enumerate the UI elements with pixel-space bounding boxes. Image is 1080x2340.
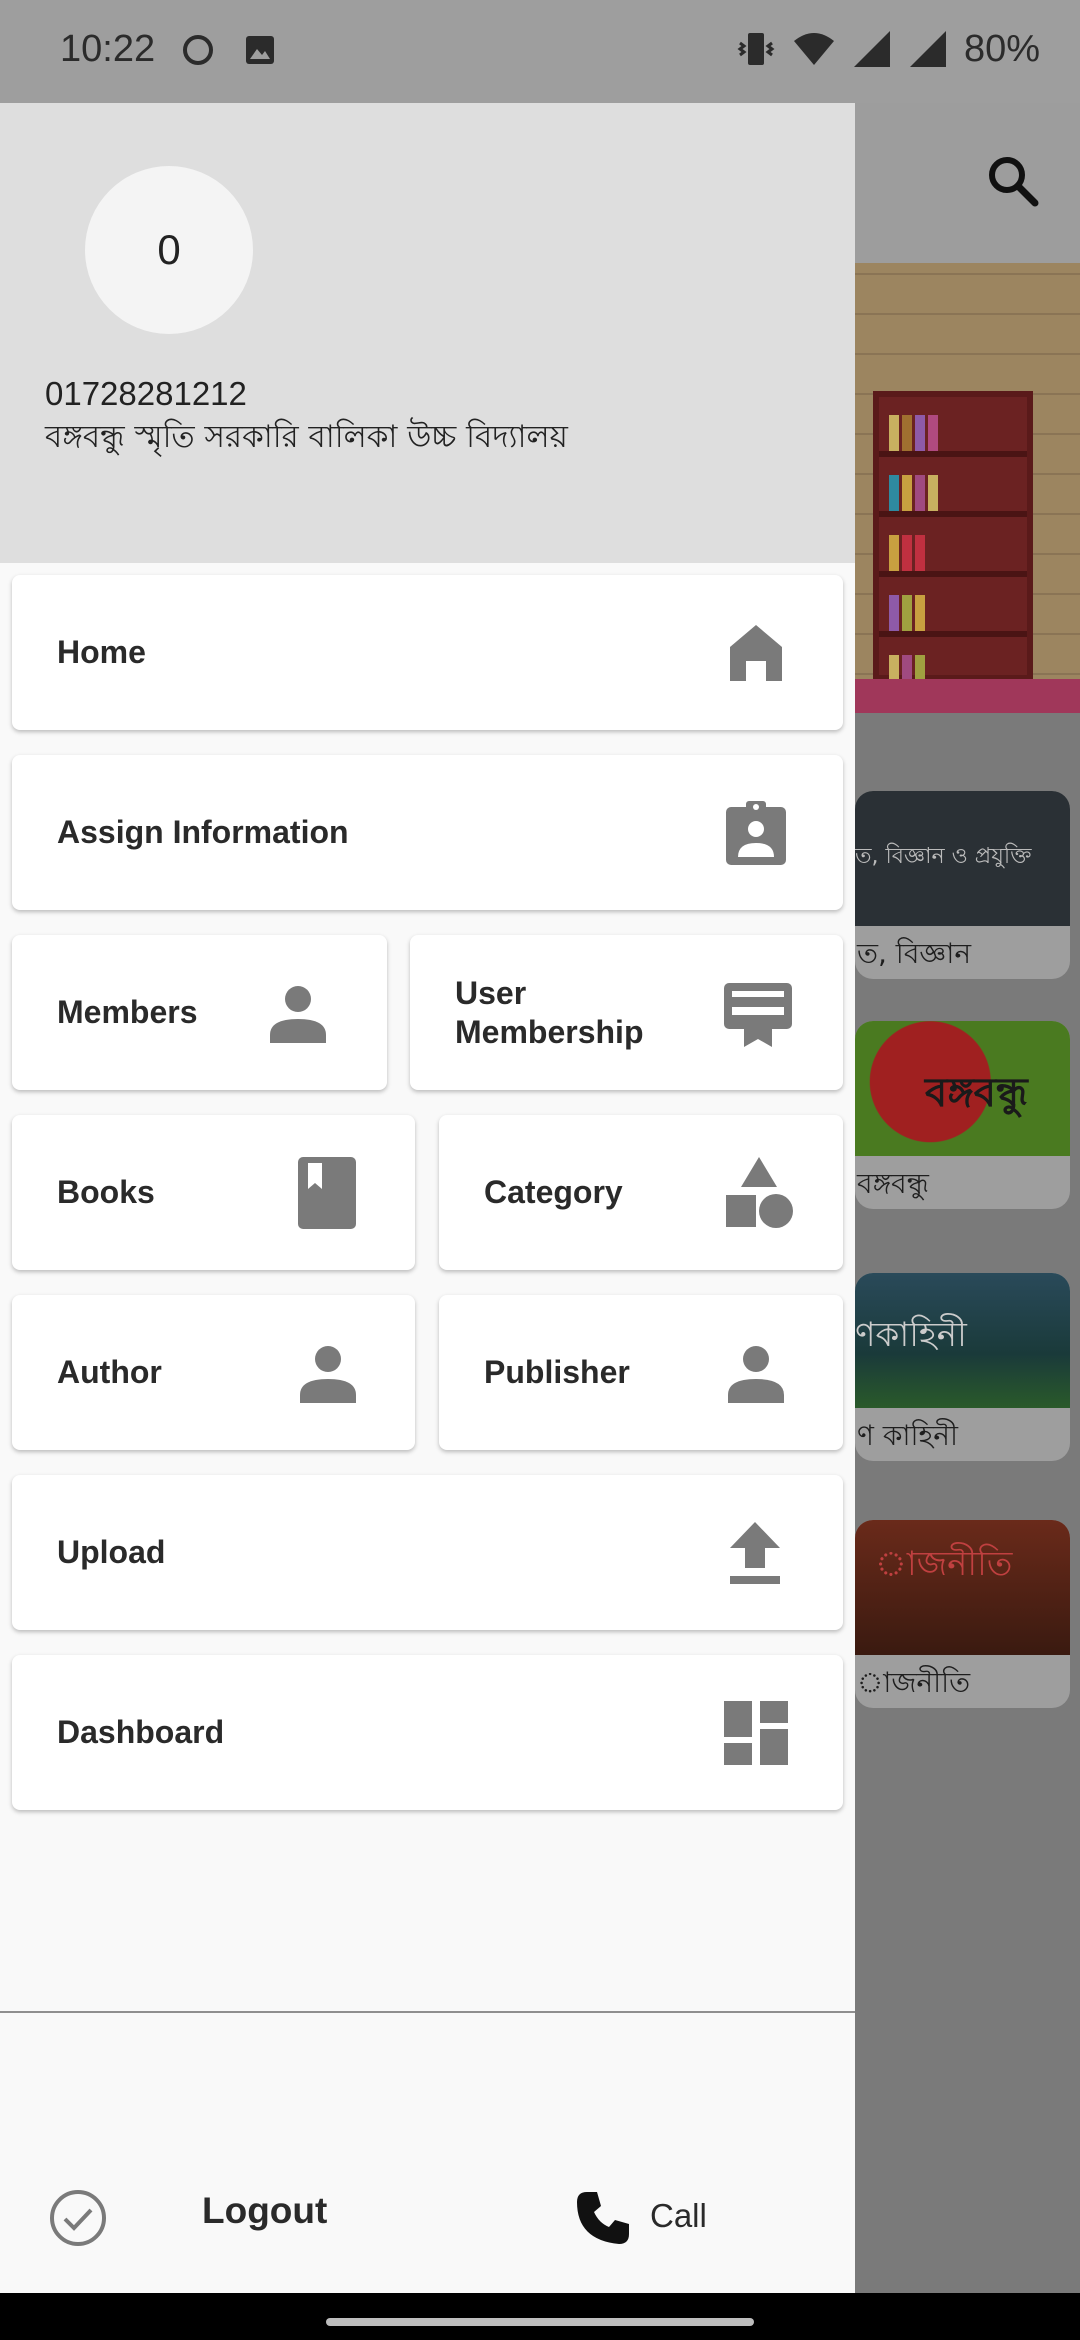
menu-dashboard-label: Dashboard (57, 1714, 225, 1750)
menu-user-membership-label: User Membership (455, 974, 644, 1050)
menu-category-button[interactable]: Category (439, 1115, 843, 1270)
dashboard-icon (724, 1700, 788, 1765)
category-card[interactable]: ণকাহিনী ণ কাহিনী (855, 1273, 1070, 1461)
card-image: াজনীতি (855, 1520, 1070, 1655)
card-caption: াজনীতি (857, 1666, 971, 1699)
menu-category-label: Category (484, 1174, 623, 1210)
background-toolbar (855, 103, 1080, 263)
person-icon (728, 1345, 784, 1403)
category-icon (726, 1156, 793, 1228)
bookshelf-image (873, 391, 1033, 697)
background-app: ত, বিজ্ঞান ও প্রযুক্তি ত, বিজ্ঞান বঙ্গবন… (855, 103, 1080, 2293)
menu-members-button[interactable]: Members (12, 935, 387, 1090)
gallery-icon (246, 36, 274, 64)
menu-dashboard-button[interactable]: Dashboard (12, 1655, 843, 1810)
menu-user-membership-button[interactable]: User Membership (410, 935, 843, 1090)
footer-divider (0, 2011, 855, 2013)
menu-publisher-label: Publisher (484, 1354, 630, 1390)
call-button[interactable]: Call (650, 2197, 707, 2235)
menu-upload-label: Upload (57, 1534, 166, 1570)
home-indicator[interactable] (326, 2318, 754, 2326)
menu-author-button[interactable]: Author (12, 1295, 415, 1450)
navigation-drawer: 0 01728281212 বঙ্গবন্ধু স্মৃতি সরকারি বা… (0, 103, 855, 2293)
vibrate-icon (737, 33, 775, 65)
user-phone-number: 01728281212 (45, 375, 247, 412)
menu-author-label: Author (57, 1354, 162, 1390)
card-caption: ত, বিজ্ঞান (857, 937, 972, 970)
card-caption: ণ কাহিনী (857, 1419, 958, 1452)
status-right: 80% (736, 26, 1040, 72)
signal-icon (853, 31, 890, 67)
menu-assign-information-label: Assign Information (57, 814, 349, 850)
home-icon (730, 624, 782, 681)
menu-members-label: Members (57, 994, 198, 1030)
drawer-header: 0 01728281212 বঙ্গবন্ধু স্মৃতি সরকারি বা… (0, 103, 855, 563)
menu-books-label: Books (57, 1174, 155, 1210)
menu-home-label: Home (57, 634, 146, 670)
signal-icon (909, 31, 946, 67)
category-card[interactable]: বঙ্গবন্ধু বঙ্গবন্ধু (855, 1021, 1070, 1209)
menu-home-button[interactable]: Home (12, 575, 843, 730)
card-image: ণকাহিনী (855, 1273, 1070, 1408)
check-circle-icon[interactable] (48, 2188, 108, 2248)
card-caption: বঙ্গবন্ধু (857, 1167, 929, 1200)
school-name: বঙ্গবন্ধু স্মৃতি সরকারি বালিকা উচ্চ বিদ্… (45, 419, 568, 455)
menu-publisher-button[interactable]: Publisher (439, 1295, 843, 1450)
person-icon (270, 985, 326, 1043)
navigation-bar (0, 2293, 1080, 2340)
book-icon (298, 1156, 356, 1229)
avatar[interactable]: 0 (85, 166, 253, 334)
menu-books-button[interactable]: Books (12, 1115, 415, 1270)
background-banner (855, 263, 1080, 713)
status-time: 10:22 (60, 28, 156, 70)
card-image: বঙ্গবন্ধু (855, 1021, 1070, 1156)
menu-upload-button[interactable]: Upload (12, 1475, 843, 1630)
upload-icon (730, 1521, 780, 1584)
person-icon (300, 1345, 356, 1403)
phone-icon[interactable] (575, 2190, 631, 2246)
status-bar: 10:22 80% (0, 0, 1080, 103)
category-card[interactable]: ত, বিজ্ঞান ও প্রযুক্তি ত, বিজ্ঞান (855, 791, 1070, 979)
category-card[interactable]: াজনীতি াজনীতি (855, 1520, 1070, 1708)
card-image: ত, বিজ্ঞান ও প্রযুক্তি (855, 791, 1070, 926)
battery-percent: 80% (963, 27, 1040, 70)
assignment-ind-icon (726, 800, 786, 865)
wifi-icon (793, 33, 834, 65)
logout-button[interactable]: Logout (202, 2190, 327, 2232)
menu-assign-information-button[interactable]: Assign Information (12, 755, 843, 910)
circle-notification-icon (183, 35, 213, 65)
card-membership-icon (724, 982, 792, 1047)
search-icon[interactable] (985, 153, 1041, 209)
